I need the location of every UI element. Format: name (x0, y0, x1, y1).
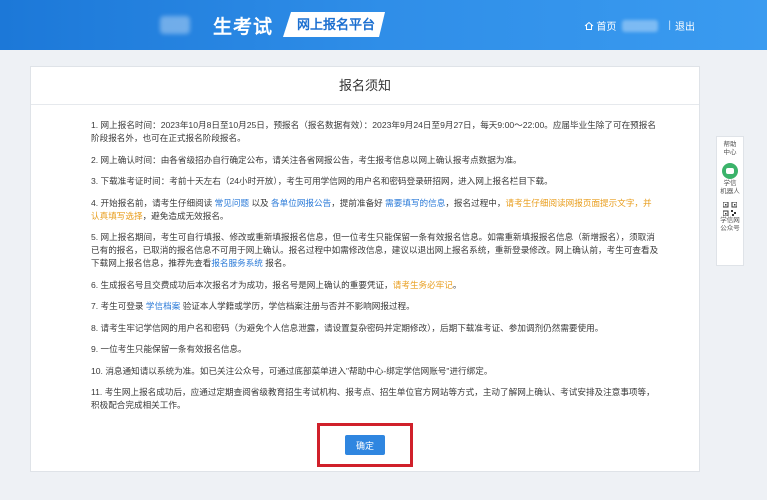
qr-link[interactable]: 学信网 公众号 (720, 196, 740, 233)
home-link[interactable]: 首页 (596, 18, 616, 33)
home-icon (585, 21, 594, 30)
notice-item: 2. 网上确认时间：由各省级招办自行确定公布，请关注各省网报公告，考生报考信息以… (91, 154, 659, 167)
robot-label: 学信 机器人 (720, 180, 740, 195)
notice-card: 报名须知 1. 网上报名时间：2023年10月8日至10月25日，预报名（报名数… (30, 66, 700, 472)
notice-text: 6. 生成报名号且交费成功后本次报名才为成功，报名号是网上确认的重要凭证， (91, 279, 393, 290)
notice-text: 。 (452, 279, 462, 290)
notice-link[interactable]: 报名服务系统 (211, 258, 263, 268)
platform-badge: 网上报名平台 (283, 12, 385, 37)
notice-item: 1. 网上报名时间：2023年10月8日至10月25日，预报名（报名数据有效）：… (91, 119, 659, 145)
username-blur (622, 19, 659, 32)
notice-item: 3. 下载准考证时间：考前十天左右（24小时开放），考生可用学信网的用户名和密码… (91, 175, 659, 188)
logout-link[interactable]: 退出 (675, 18, 695, 33)
notice-link[interactable]: 各单位网报公告 (271, 198, 331, 208)
notice-text: ，提前准备好 (331, 197, 386, 208)
notice-text: 验证本人学籍或学历，学信档案注册与否并不影响网报过程。 (180, 301, 415, 311)
notice-item: 10. 消息通知请以系统为准。如已关注公众号，可通过底部菜单进入"帮助中心-绑定… (91, 365, 659, 378)
notice-text: ，避免造成无效报名。 (142, 210, 229, 221)
notice-link[interactable]: 常见问题 (215, 198, 249, 208)
notice-text: 4. 开始报名前，请考生仔细阅读 (91, 197, 215, 208)
notice-text: 10. 消息通知请以系统为准。如已关注公众号，可通过底部菜单进入"帮助中心-绑定… (91, 365, 493, 376)
notice-warning-text: 请考生务必牢记 (392, 279, 453, 290)
notice-item: 7. 考生可登录 学信档案 验证本人学籍或学历，学信档案注册与否并不影响网报过程… (91, 300, 659, 313)
help-center-link[interactable]: 帮助 中心 (724, 141, 737, 157)
notice-item: 9. 一位考生只能保留一条有效报名信息。 (91, 343, 659, 356)
notice-link[interactable]: 需要填写的信息 (385, 198, 445, 208)
notice-item: 5. 网上报名期间，考生可自行填报、修改或重新填报报名信息，但一位考生只能保留一… (91, 231, 659, 270)
notice-text: 9. 一位考生只能保留一条有效报名信息。 (91, 344, 247, 354)
notice-list: 1. 网上报名时间：2023年10月8日至10月25日，预报名（报名数据有效）：… (31, 105, 699, 412)
help-center-label: 帮助 中心 (723, 141, 737, 156)
notice-item: 11. 考生网上报名成功后，应通过定期查阅省级教育招生考试机构、报考点、招生单位… (91, 386, 659, 412)
notice-item: 4. 开始报名前，请考生仔细阅读 常见问题 以及 各单位网报公告，提前准备好 需… (91, 197, 659, 223)
qr-label: 学信网 公众号 (720, 217, 740, 232)
notice-item: 8. 请考生牢记学信网的用户名和密码（为避免个人信息泄露，请设置复杂密码并定期修… (91, 322, 659, 335)
side-panel: 帮助 中心 学信 机器人 学信网 公众号 (716, 136, 744, 266)
confirm-highlight-box: 确定 (317, 423, 413, 467)
qr-code-icon (723, 202, 737, 216)
robot-link[interactable]: 学信 机器人 (720, 163, 740, 196)
notice-text: 3. 下载准考证时间：考前十天左右（24小时开放），考生可用学信网的用户名和密码… (91, 176, 553, 186)
notice-text: 1. 网上报名时间：2023年10月8日至10月25日，预报名（报名数据有效）：… (91, 120, 656, 143)
notice-text: ，报名过程中， (445, 197, 506, 208)
notice-text: 以及 (249, 197, 272, 208)
notice-text: 7. 考生可登录 (91, 301, 146, 311)
notice-text: 11. 考生网上报名成功后，应通过定期查阅省级教育招生考试机构、报考点、招生单位… (91, 387, 655, 410)
notice-item: 6. 生成报名号且交费成功后本次报名才为成功，报名号是网上确认的重要凭证，请考生… (91, 279, 659, 292)
brand-title: 生考试 (213, 17, 274, 38)
card-title: 报名须知 (31, 67, 699, 105)
nav-separator: | (668, 20, 671, 31)
notice-link[interactable]: 学信档案 (146, 301, 180, 311)
notice-text: 2. 网上确认时间：由各省级招办自行确定公布，请关注各省网报公告，考生报考信息以… (91, 154, 522, 165)
notice-text: 5. 网上报名期间，考生可自行填报、修改或重新填报报名信息，但一位考生只能保留一… (91, 232, 659, 268)
confirm-button[interactable]: 确定 (345, 435, 385, 455)
top-header: 生考试 网上报名平台 首页 | 退出 (0, 0, 767, 50)
robot-icon (722, 163, 738, 179)
notice-text: 报名。 (262, 258, 292, 268)
logo-blur (160, 16, 190, 34)
header-nav: 首页 | 退出 (584, 18, 695, 33)
notice-text: 8. 请考生牢记学信网的用户名和密码（为避免个人信息泄露，请设置复杂密码并定期修… (91, 322, 604, 333)
